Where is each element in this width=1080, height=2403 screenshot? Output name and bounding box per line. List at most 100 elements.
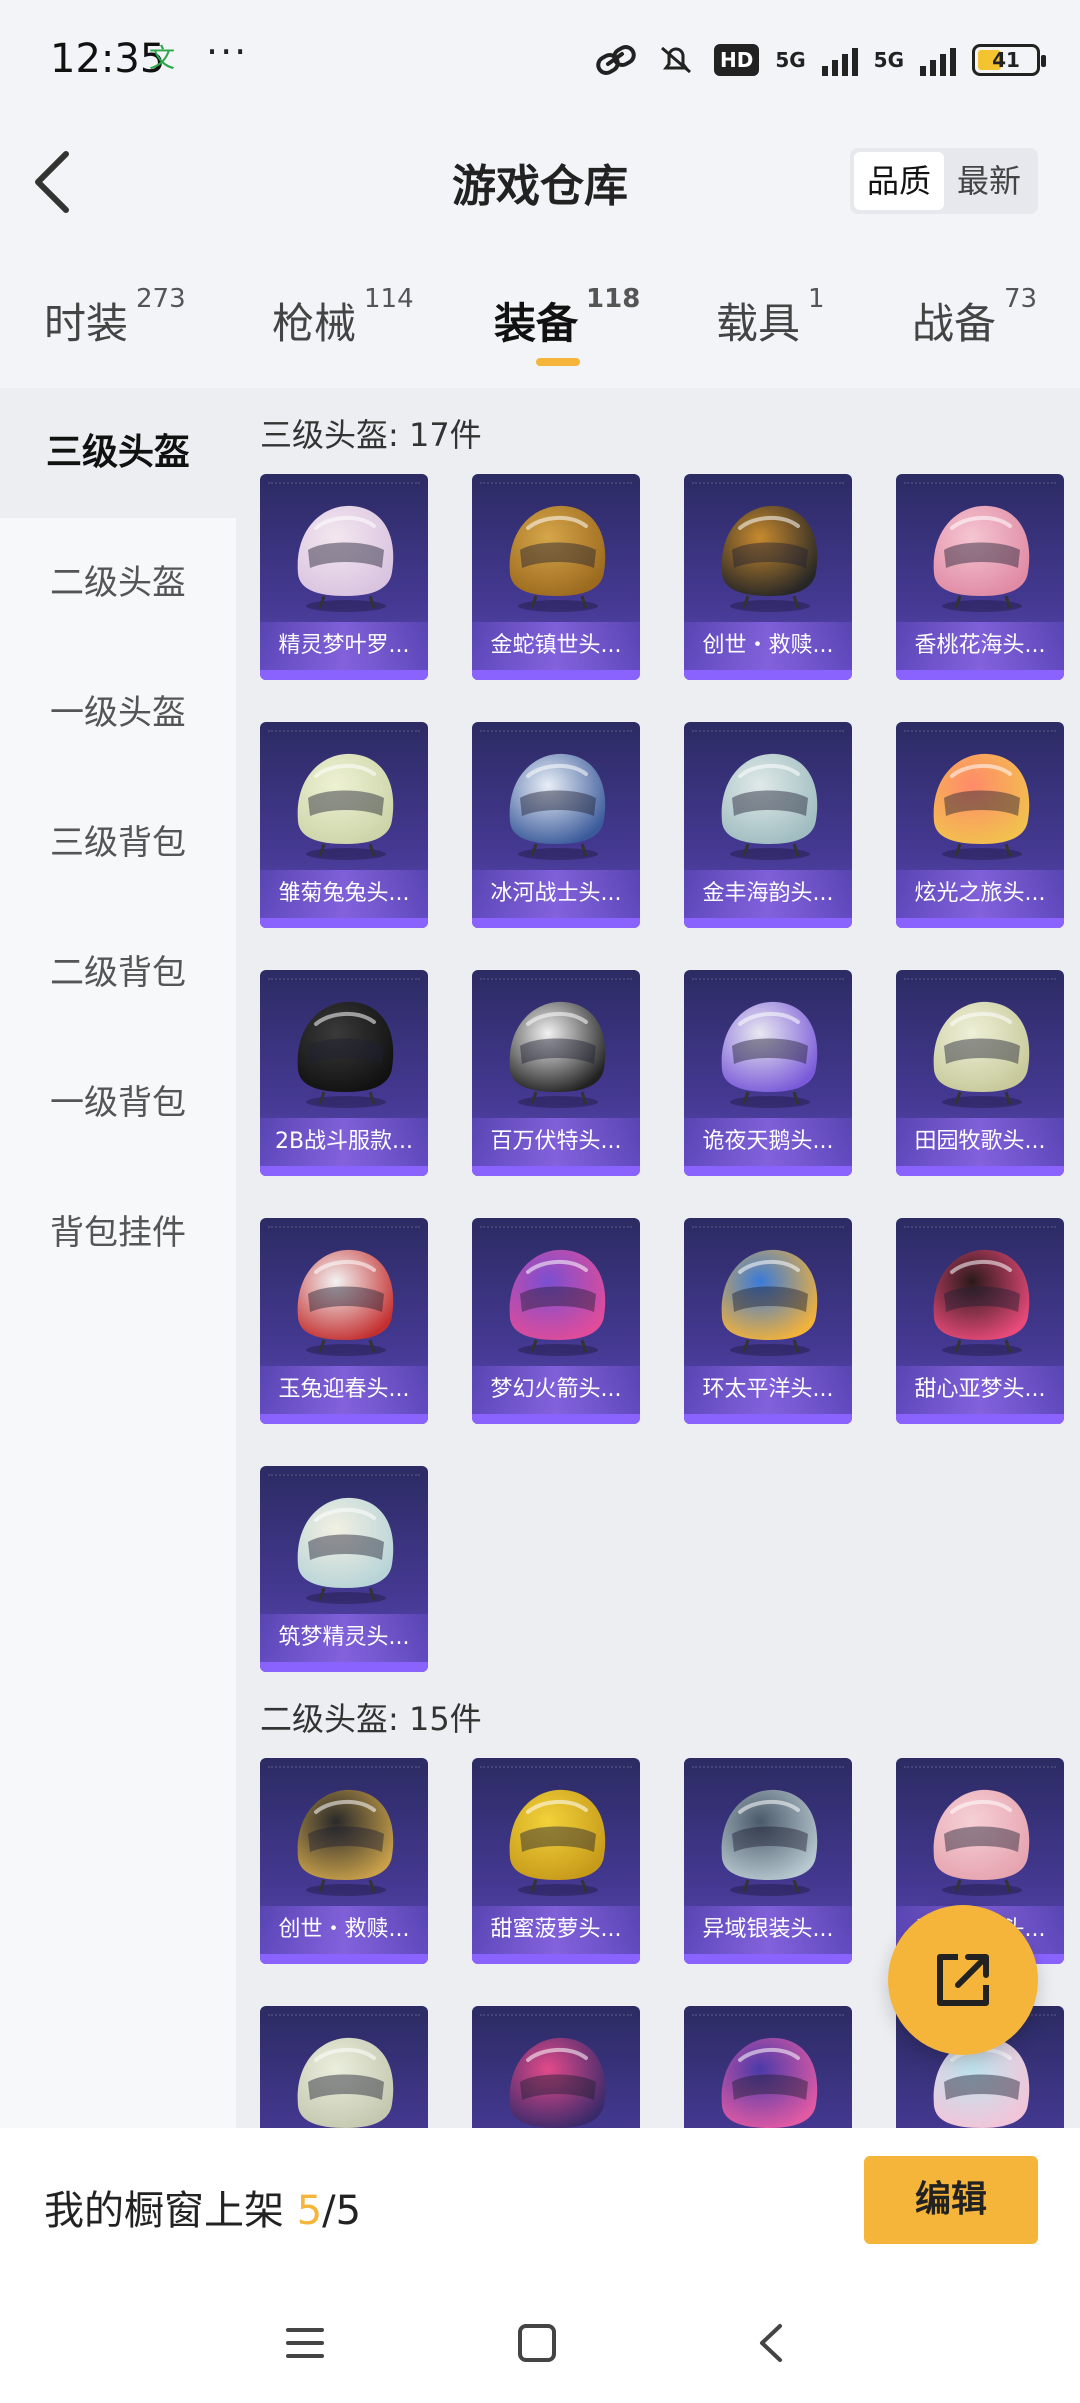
item-card[interactable]: [684, 2006, 852, 2128]
item-card[interactable]: 玉兔迎春头...: [260, 1218, 428, 1424]
showcase-total: /5: [322, 2188, 362, 2234]
item-card-label: 环太平洋头...: [684, 1366, 852, 1414]
rarity-bar: [472, 918, 640, 928]
item-grid-level3: 精灵梦叶罗... 金蛇镇世头... 创世・救赎... 香桃花海头... 雏菊兔兔头...…: [260, 474, 1080, 1674]
category-tabs: 时装 273 枪械 114 装备 118 载具 1 战备 73: [0, 270, 1080, 380]
active-tab-indicator: [536, 358, 580, 366]
helmet-image: [721, 1001, 818, 1108]
helmet-image: [297, 1497, 394, 1604]
helmet-image: [297, 505, 394, 612]
sidebar-item-level3-helmet[interactable]: 三级头盔: [0, 388, 236, 518]
item-card[interactable]: 金蛇镇世头...: [472, 474, 640, 680]
item-card[interactable]: [260, 2006, 428, 2128]
back-icon[interactable]: [748, 2318, 798, 2368]
item-list[interactable]: 三级头盔: 17件 精灵梦叶罗... 金蛇镇世头... 创世・救赎... 香桃花海头.…: [236, 388, 1080, 2128]
helmet-image: [933, 753, 1030, 860]
section-title-level2: 二级头盔: 15件: [260, 1700, 482, 1738]
tab-equipment[interactable]: 装备 118: [494, 284, 640, 351]
item-card-label: 玉兔迎春头...: [260, 1366, 428, 1414]
helmet-image: [933, 1789, 1030, 1896]
helmet-image: [509, 753, 606, 860]
item-card[interactable]: 创世・救赎...: [684, 474, 852, 680]
link-icon: [596, 45, 636, 75]
rarity-bar: [260, 918, 428, 928]
item-card-label: 雏菊兔兔头...: [260, 870, 428, 918]
rarity-bar: [896, 1414, 1064, 1424]
helmet-image: [297, 753, 394, 860]
sidebar-item-backpack-charm[interactable]: 背包挂件: [0, 1168, 236, 1298]
item-card[interactable]: 雏菊兔兔头...: [260, 722, 428, 928]
helmet-image: [933, 1249, 1030, 1356]
item-card[interactable]: 精灵梦叶罗...: [260, 474, 428, 680]
helmet-image: [509, 1249, 606, 1356]
helmet-image: [297, 1001, 394, 1108]
item-card-label: 筑梦精灵头...: [260, 1614, 428, 1662]
rarity-bar: [472, 1166, 640, 1176]
item-card-label: 炫光之旅头...: [896, 870, 1064, 918]
more-notifications-icon: ···: [206, 30, 249, 74]
sort-toggle: 品质 最新: [850, 148, 1038, 214]
helmet-image: [933, 505, 1030, 612]
item-card[interactable]: 甜蜜菠萝头...: [472, 1758, 640, 1964]
tab-fashion[interactable]: 时装 273: [44, 284, 186, 351]
showcase-bar: 我的橱窗上架 5/5 编辑: [0, 2128, 1080, 2288]
helmet-image: [721, 2037, 818, 2128]
item-card[interactable]: 金丰海韵头...: [684, 722, 852, 928]
item-card[interactable]: 环太平洋头...: [684, 1218, 852, 1424]
item-card[interactable]: 梦幻火箭头...: [472, 1218, 640, 1424]
item-card[interactable]: 异域银装头...: [684, 1758, 852, 1964]
helmet-image: [509, 2037, 606, 2128]
home-square-icon[interactable]: [512, 2318, 562, 2368]
tab-vehicles[interactable]: 载具 1: [716, 284, 825, 351]
tab-guns[interactable]: 枪械 114: [272, 284, 414, 351]
rarity-bar: [684, 1166, 852, 1176]
menu-icon[interactable]: [280, 2318, 330, 2368]
rarity-bar: [896, 670, 1064, 680]
helmet-image: [297, 1789, 394, 1896]
edit-button[interactable]: 编辑: [864, 2156, 1038, 2244]
share-fab-button[interactable]: [888, 1905, 1038, 2055]
rarity-bar: [472, 1954, 640, 1964]
helmet-image: [721, 1249, 818, 1356]
rarity-bar: [472, 1414, 640, 1424]
item-card[interactable]: [472, 2006, 640, 2128]
item-card[interactable]: 甜心亚梦头...: [896, 1218, 1064, 1424]
item-card[interactable]: 创世・救赎...: [260, 1758, 428, 1964]
item-card-label: 甜蜜菠萝头...: [472, 1906, 640, 1954]
helmet-image: [721, 1789, 818, 1896]
item-card[interactable]: 2B战斗服款...: [260, 970, 428, 1176]
rarity-bar: [260, 670, 428, 680]
item-card-label: 诡夜天鹅头...: [684, 1118, 852, 1166]
helmet-image: [297, 2037, 394, 2128]
item-card-label: 冰河战士头...: [472, 870, 640, 918]
item-card[interactable]: 筑梦精灵头...: [260, 1466, 428, 1672]
item-card-label: 梦幻火箭头...: [472, 1366, 640, 1414]
item-card[interactable]: 百万伏特头...: [472, 970, 640, 1176]
battery-icon: 41: [972, 44, 1046, 76]
sidebar-item-level1-backpack[interactable]: 一级背包: [0, 1038, 236, 1168]
item-card[interactable]: 冰河战士头...: [472, 722, 640, 928]
helmet-image: [933, 1001, 1030, 1108]
mute-bell-icon: [660, 46, 691, 74]
hd-voice-badge: HD: [713, 44, 760, 76]
sidebar-item-level2-helmet[interactable]: 二级头盔: [0, 518, 236, 648]
signal-bars-icon: [920, 44, 956, 76]
rarity-bar: [260, 1166, 428, 1176]
item-card[interactable]: 诡夜天鹅头...: [684, 970, 852, 1176]
item-card-label: 精灵梦叶罗...: [260, 622, 428, 670]
sort-newest-button[interactable]: 最新: [944, 152, 1034, 210]
item-card[interactable]: 田园牧歌头...: [896, 970, 1064, 1176]
sidebar-item-level3-backpack[interactable]: 三级背包: [0, 778, 236, 908]
showcase-current: 5: [296, 2188, 323, 2234]
item-card[interactable]: 炫光之旅头...: [896, 722, 1064, 928]
helmet-image: [721, 753, 818, 860]
item-card[interactable]: 香桃花海头...: [896, 474, 1064, 680]
sidebar-item-level2-backpack[interactable]: 二级背包: [0, 908, 236, 1038]
tab-supplies[interactable]: 战备 73: [912, 284, 1037, 351]
rarity-bar: [472, 670, 640, 680]
sort-quality-button[interactable]: 品质: [854, 152, 944, 210]
helmet-image: [509, 1001, 606, 1108]
rarity-bar: [260, 1414, 428, 1424]
sidebar-item-level1-helmet[interactable]: 一级头盔: [0, 648, 236, 778]
status-bar: 12:35 文 ··· HD 5G 5G 41: [0, 0, 1080, 120]
